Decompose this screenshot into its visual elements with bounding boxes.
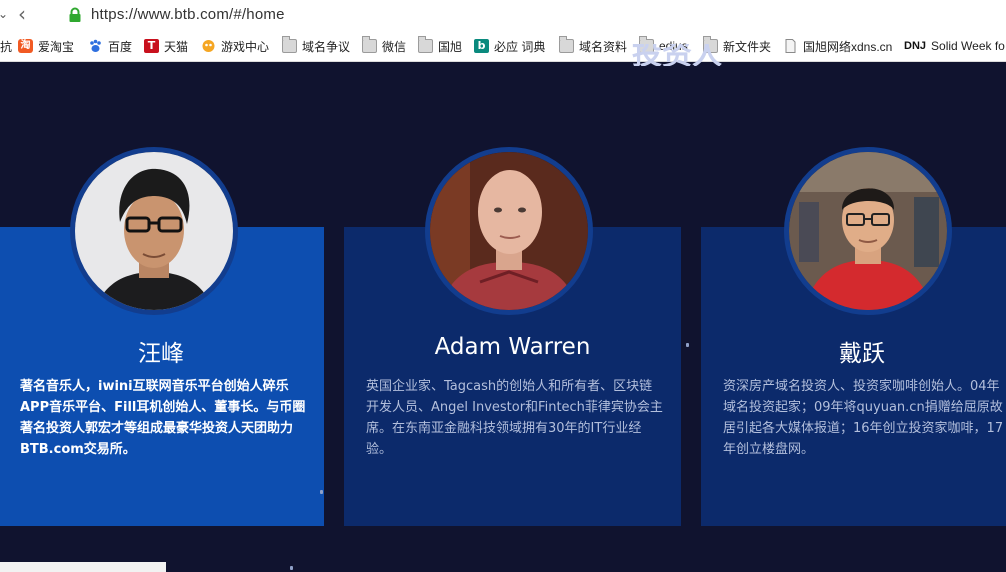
dnj-icon: DNJ [904,40,927,52]
bookmark-item[interactable]: 抗 [0,38,12,54]
avatar-musician-photo [75,152,233,310]
bookmark-item[interactable]: 国旭网络xdns.cn [783,38,892,54]
avatar-bald-man-photo [430,152,588,310]
investor-avatar [425,147,593,315]
bookmark-item[interactable]: 域名资料 [559,36,628,54]
address-bar: ⌄ ‹ https://www.btb.com/#/home [0,0,1006,32]
investor-avatar [70,147,238,315]
bookmarks-bar: 抗 淘 爱淘宝 百度 T 天猫 游戏中心 域名争议 微信 国旭 b 必应 词典 [0,31,1006,62]
lock-icon [69,7,81,22]
investor-bio: 著名音乐人，iwini互联网音乐平台创始人碎乐APP音乐平台、Fill耳机创始人… [20,379,306,457]
folder-icon [282,36,297,53]
bookmark-label: Solid Week fo [931,39,1005,53]
baidu-paw-icon [90,39,101,52]
bookmark-label: 百度 [108,39,133,54]
bookmark-item[interactable]: T 天猫 [144,38,188,54]
game-center-icon [202,40,215,52]
section-heading: 投资人 [632,44,722,66]
folder-icon [559,36,574,53]
investor-bio: 英国企业家、Tagcash的创始人和所有者、区块链开发人员、Angel Inve… [366,379,663,457]
bookmark-label: 域名资料 [579,39,628,54]
bookmark-label: 域名争议 [302,39,351,54]
investor-bio: 资深房产域名投资人、投资家咖啡创始人。04年域名投资起家；09年将quyuan.… [723,379,1004,457]
bookmark-item[interactable]: 游戏中心 [201,38,269,54]
back-arrow-icon[interactable]: ‹ [18,3,26,25]
investor-name: Adam Warren [434,334,591,360]
bookmark-label: 微信 [382,39,407,54]
url-field[interactable]: https://www.btb.com/#/home [91,6,285,23]
investor-avatar [784,147,952,315]
bing-icon: b [474,39,489,53]
folder-icon [362,36,377,53]
avatar-man-glasses-photo [789,152,947,310]
investor-name: 戴跃 [839,341,885,367]
background-dot [290,566,293,570]
background-dot [686,343,689,347]
bookmark-label: 必应 词典 [494,39,546,54]
bookmark-label: 天猫 [164,39,189,54]
bookmark-label: 国旭 [438,39,463,54]
folder-icon [418,36,433,53]
bookmark-item[interactable]: 国旭 [418,36,463,54]
taobao-icon: 淘 [18,39,33,53]
bookmark-label: 爱淘宝 [38,39,75,54]
bookmark-label: 游戏中心 [221,39,270,54]
bookmark-item[interactable]: 微信 [362,36,407,54]
investor-name: 汪峰 [138,341,184,367]
taskbar-strip [0,562,166,572]
bookmark-label: 国旭网络xdns.cn [803,39,893,54]
bookmark-item[interactable]: b 必应 词典 [474,38,545,54]
background-dot [320,490,323,494]
bookmark-item[interactable]: DNJ Solid Week fo [904,38,1005,54]
bookmark-item[interactable]: 淘 爱淘宝 [18,38,74,54]
tmall-icon: T [144,39,159,53]
bookmark-label: 抗 [0,39,13,54]
bookmark-item[interactable]: 域名争议 [282,36,351,54]
page-icon [785,39,796,53]
bookmark-item[interactable]: 百度 [88,38,132,54]
bookmark-label: 新文件夹 [723,39,772,54]
chevron-down-icon[interactable]: ⌄ [0,7,8,21]
